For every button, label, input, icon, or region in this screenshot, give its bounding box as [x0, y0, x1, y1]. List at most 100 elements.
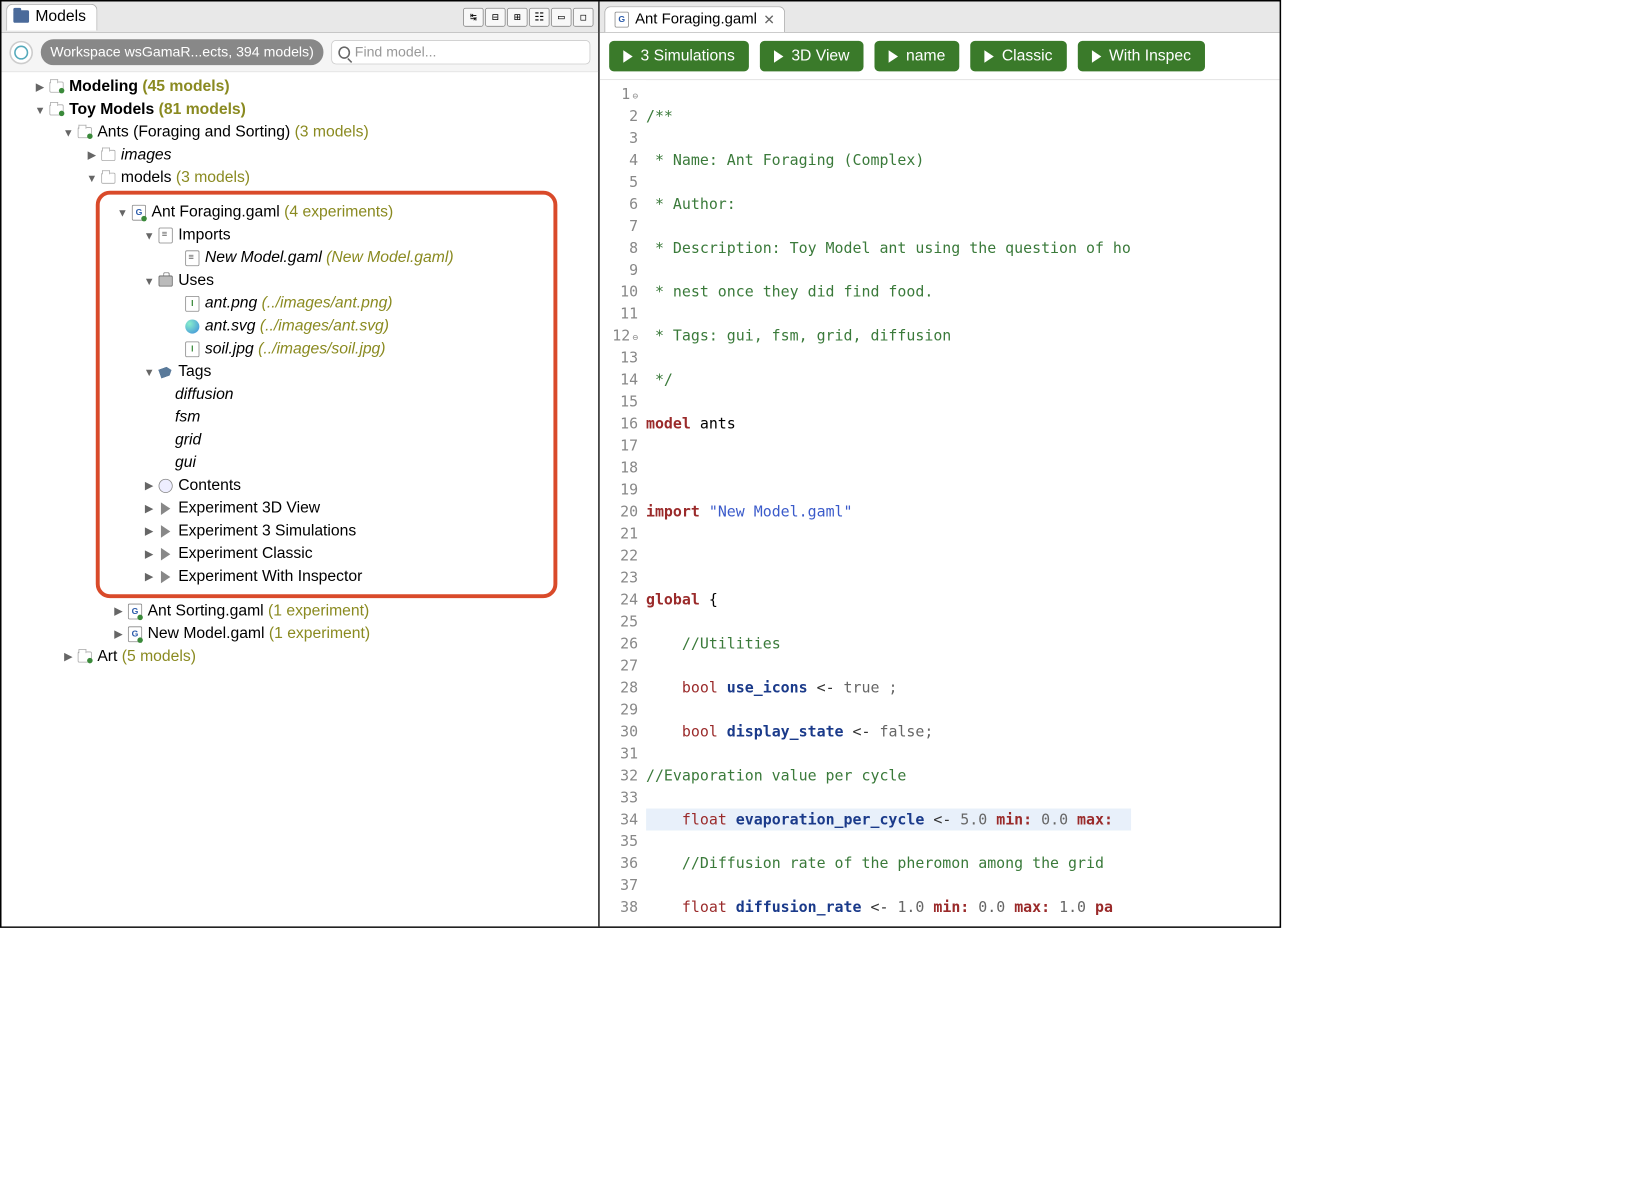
tree-item-experiment[interactable]: ▶ Experiment 3D View [5, 497, 553, 520]
chevron-down-icon[interactable]: ▼ [142, 274, 156, 287]
chevron-right-icon[interactable]: ▶ [33, 80, 47, 93]
run-button-classic[interactable]: Classic [970, 41, 1066, 72]
chevron-down-icon[interactable]: ▼ [142, 365, 156, 378]
tree-item-uses[interactable]: ▼ Uses [5, 269, 553, 292]
search-box[interactable] [331, 40, 590, 64]
tree-item-new-model[interactable]: ▶ G New Model.gaml (1 experiment) [2, 623, 599, 646]
minimize-icon[interactable]: ▭ [551, 7, 571, 26]
count: (45 models) [142, 78, 229, 96]
code-line: * Tags: gui, fsm, grid, diffusion [646, 327, 951, 344]
tree-item-toy-models[interactable]: ▼ Toy Models (81 models) [2, 98, 599, 121]
tag-label: fsm [175, 408, 200, 426]
gaml-file-icon: G [132, 204, 146, 220]
label: ant.svg [205, 317, 256, 335]
navigator-panel: Models ↹ ⊟ ⊞ ☷ ▭ ◻ Workspace wsGamaR...e… [2, 2, 600, 927]
experiment-icon [161, 525, 170, 538]
tree-item-new-model-import[interactable]: New Model.gaml (New Model.gaml) [5, 246, 553, 269]
image-file-icon: I [185, 296, 199, 312]
tree-item-experiment[interactable]: ▶ Experiment Classic [5, 542, 553, 565]
label: Toy Models [69, 100, 154, 118]
tree-item-use-file[interactable]: I ant.png (../images/ant.png) [5, 292, 553, 315]
models-tab[interactable]: Models [6, 4, 97, 31]
folder-icon [101, 150, 115, 161]
chevron-down-icon[interactable]: ▼ [33, 103, 47, 116]
tree-item-experiment[interactable]: ▶ Experiment 3 Simulations [5, 520, 553, 543]
chevron-right-icon[interactable]: ▶ [142, 479, 156, 492]
chevron-down-icon[interactable]: ▼ [61, 126, 75, 139]
count: (3 models) [176, 169, 250, 187]
tree-item-tags[interactable]: ▼ Tags [5, 360, 553, 383]
folder-icon [78, 651, 92, 662]
label: New Model.gaml [205, 249, 322, 267]
run-button-3-simulations[interactable]: 3 Simulations [609, 41, 749, 72]
count: (1 experiment) [269, 625, 370, 643]
t: bool [682, 723, 718, 740]
tree-item-tag[interactable]: diffusion [5, 383, 553, 406]
model-tree[interactable]: ▶ Modeling (45 models) ▼ Toy Models (81 … [2, 72, 599, 926]
label: name [906, 47, 945, 65]
expand-all-icon[interactable]: ⊞ [507, 7, 527, 26]
tree-item-imports[interactable]: ▼ Imports [5, 224, 553, 247]
chevron-right-icon[interactable]: ▶ [142, 547, 156, 560]
label: 3D View [791, 47, 849, 65]
editor-panel: G Ant Foraging.gaml ✕ 3 Simulations 3D V… [600, 2, 1280, 927]
document-icon [185, 250, 199, 266]
image-file-icon: I [185, 341, 199, 357]
label: ant.png [205, 294, 257, 312]
play-icon [985, 50, 994, 63]
run-button-with-inspector[interactable]: With Inspec [1078, 41, 1206, 72]
experiment-icon [161, 570, 170, 583]
run-button-name[interactable]: name [875, 41, 960, 72]
t: float [682, 899, 727, 916]
editor-tab[interactable]: G Ant Foraging.gaml ✕ [604, 6, 785, 32]
close-icon[interactable]: ✕ [763, 11, 775, 27]
code-content[interactable]: /** * Name: Ant Foraging (Complex) * Aut… [646, 80, 1131, 926]
label: models [121, 169, 172, 187]
tree-item-models-folder[interactable]: ▼ models (3 models) [2, 166, 599, 189]
tree-item-use-file[interactable]: ant.svg (../images/ant.svg) [5, 315, 553, 338]
collapse-all-icon[interactable]: ⊟ [485, 7, 505, 26]
tree-item-tag[interactable]: gui [5, 451, 553, 474]
chevron-right-icon[interactable]: ▶ [142, 502, 156, 515]
tree-item-modeling[interactable]: ▶ Modeling (45 models) [2, 75, 599, 98]
workspace-label[interactable]: Workspace wsGamaR...ects, 394 models) [41, 39, 323, 65]
chevron-right-icon[interactable]: ▶ [142, 524, 156, 537]
maximize-icon[interactable]: ◻ [573, 7, 593, 26]
t: 1.0 [888, 899, 933, 916]
t: 0.0 [969, 899, 1014, 916]
label: images [121, 146, 172, 164]
tree-item-ant-sorting[interactable]: ▶ G Ant Sorting.gaml (1 experiment) [2, 600, 599, 623]
tree-item-tag[interactable]: fsm [5, 406, 553, 429]
tag-label: gui [175, 454, 196, 472]
search-input[interactable] [355, 44, 583, 60]
chevron-right-icon[interactable]: ▶ [111, 627, 125, 640]
path: (../images/soil.jpg) [258, 340, 385, 358]
tag-label: diffusion [175, 385, 233, 403]
tree-item-experiment[interactable]: ▶ Experiment With Inspector [5, 565, 553, 588]
t: pa [1095, 899, 1113, 916]
chevron-right-icon[interactable]: ▶ [85, 148, 99, 161]
chevron-down-icon[interactable]: ▼ [115, 206, 129, 219]
tree-item-contents[interactable]: ▶ Contents [5, 474, 553, 497]
t: min: [933, 899, 969, 916]
chevron-right-icon[interactable]: ▶ [61, 650, 75, 663]
tree-item-images[interactable]: ▶ images [2, 144, 599, 167]
link-editor-icon[interactable]: ↹ [463, 7, 483, 26]
label: Tags [178, 363, 211, 381]
run-button-3d-view[interactable]: 3D View [760, 41, 864, 72]
tree-item-tag[interactable]: grid [5, 429, 553, 452]
tree-item-ant-foraging[interactable]: ▼ G Ant Foraging.gaml (4 experiments) [5, 201, 553, 224]
code-editor[interactable]: 1⊖2 3 4 5 6 7 8 9 10 11 12⊖13 14 15 16 1… [600, 80, 1280, 926]
tree-item-art[interactable]: ▶ Art (5 models) [2, 645, 599, 668]
tree-item-ants[interactable]: ▼ Ants (Foraging and Sorting) (3 models) [2, 121, 599, 144]
sync-icon[interactable]: ☷ [529, 7, 549, 26]
t: global [646, 591, 700, 608]
label: Imports [178, 226, 230, 244]
chevron-right-icon[interactable]: ▶ [111, 604, 125, 617]
tree-item-use-file[interactable]: I soil.jpg (../images/soil.jpg) [5, 338, 553, 361]
t: max: [1077, 811, 1113, 828]
chevron-down-icon[interactable]: ▼ [142, 229, 156, 242]
play-icon [623, 50, 632, 63]
chevron-right-icon[interactable]: ▶ [142, 570, 156, 583]
chevron-down-icon[interactable]: ▼ [85, 172, 99, 185]
